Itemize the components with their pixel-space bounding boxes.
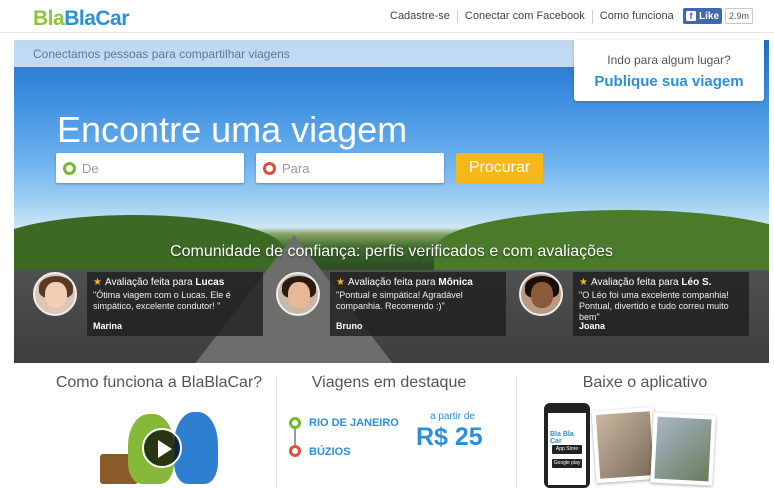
review-driver-name: Mônica [438,277,473,288]
trip-price[interactable]: R$ 25 [416,423,483,452]
review-text: "O Léo foi uma excelente companhia! Pont… [579,290,729,322]
star-icon: ★ [336,277,345,288]
publish-question: Indo para algum lugar? [607,53,731,67]
from-placeholder: De [82,161,99,176]
column-divider [276,376,277,488]
app-photo [591,406,659,484]
review-prefix: Avaliação feita para [104,277,193,288]
search-button[interactable]: Procurar [456,153,543,183]
top-nav: Cadastre-se Conectar com Facebook Como f… [383,10,681,23]
from-input[interactable]: De [56,153,244,183]
nav-signup-link[interactable]: Cadastre-se [383,10,458,23]
review-author: Bruno [336,321,363,331]
origin-marker-icon [63,162,76,175]
route-line [294,428,296,446]
avatar [33,272,77,316]
phone-app-logo: Bla Bla Car [550,431,574,445]
review-text: "Ótima viagem com o Lucas. Ele é simpáti… [93,290,231,311]
download-app-title: Baixe o aplicativo [582,374,708,391]
avatar [519,272,563,316]
destination-marker-icon [263,162,276,175]
nav-facebook-connect-link[interactable]: Conectar com Facebook [458,10,593,23]
nav-how-it-works-link[interactable]: Como funciona [593,10,681,23]
price-from-label: a partir de [430,411,476,422]
destination-marker-icon [289,445,301,457]
google-play-badge[interactable]: Google play [552,459,582,468]
review-bubble: ★ Avaliação feita para Mônica "Pontual e … [330,272,506,336]
review-prefix: Avaliação feita para [590,277,679,288]
publish-ride-link[interactable]: Publique sua viagem [574,73,764,90]
trip-origin: RIO DE JANEIRO [309,417,399,429]
phone-app-image[interactable]: Bla Bla Car App Store Google play [544,403,590,488]
how-it-works-video[interactable] [98,404,222,488]
tagline-bar: Conectamos pessoas para compartilhar via… [14,40,574,67]
phone-screen: Bla Bla Car App Store Google play [548,413,586,485]
featured-trips-title: Viagens em destaque [311,374,467,391]
app-store-badge[interactable]: App Store [552,445,582,454]
facebook-icon: f [686,11,696,21]
app-photo [650,412,716,486]
star-icon: ★ [93,277,102,288]
logo-part-car: Car [95,7,129,30]
facebook-like-label: Like [699,10,720,22]
logo-part-bla-1: Bla [33,7,65,30]
publish-ride-box[interactable]: Indo para algum lugar? Publique sua viag… [574,40,764,101]
review-author: Joana [579,321,606,331]
star-icon: ★ [579,277,588,288]
community-tagline: Comunidade de confiança: perfis verifica… [170,243,613,260]
tagline-text: Conectamos pessoas para compartilhar via… [33,47,290,61]
review-driver-name: Léo S. [681,277,712,288]
facebook-like-count: 2.9m [725,8,754,24]
play-icon[interactable] [142,428,182,468]
review-bubble: ★ Avaliação feita para Léo S. "O Léo foi … [573,272,749,336]
review-driver-name: Lucas [195,277,225,288]
review-author: Marina [93,321,123,331]
review-prefix: Avaliação feita para [347,277,436,288]
facebook-like-button[interactable]: f Like [683,8,722,24]
trip-destination: BÚZIOS [309,446,351,458]
to-input[interactable]: Para [256,153,444,183]
to-placeholder: Para [282,161,310,176]
column-divider [516,376,517,488]
how-it-works-title: Como funciona a BlaBlaCar? [55,374,263,391]
blablacar-logo[interactable]: BlaBlaCar [33,7,129,31]
review-text: "Pontual e simpática! Agradável companhi… [336,290,463,311]
top-header: BlaBlaCar Cadastre-se Conectar com Faceb… [0,0,774,33]
logo-part-bla-2: Bla [64,7,96,30]
avatar [276,272,320,316]
review-bubble: ★ Avaliação feita para Lucas "Ótima viage… [87,272,263,336]
hero-title: Encontre uma viagem [57,109,408,150]
